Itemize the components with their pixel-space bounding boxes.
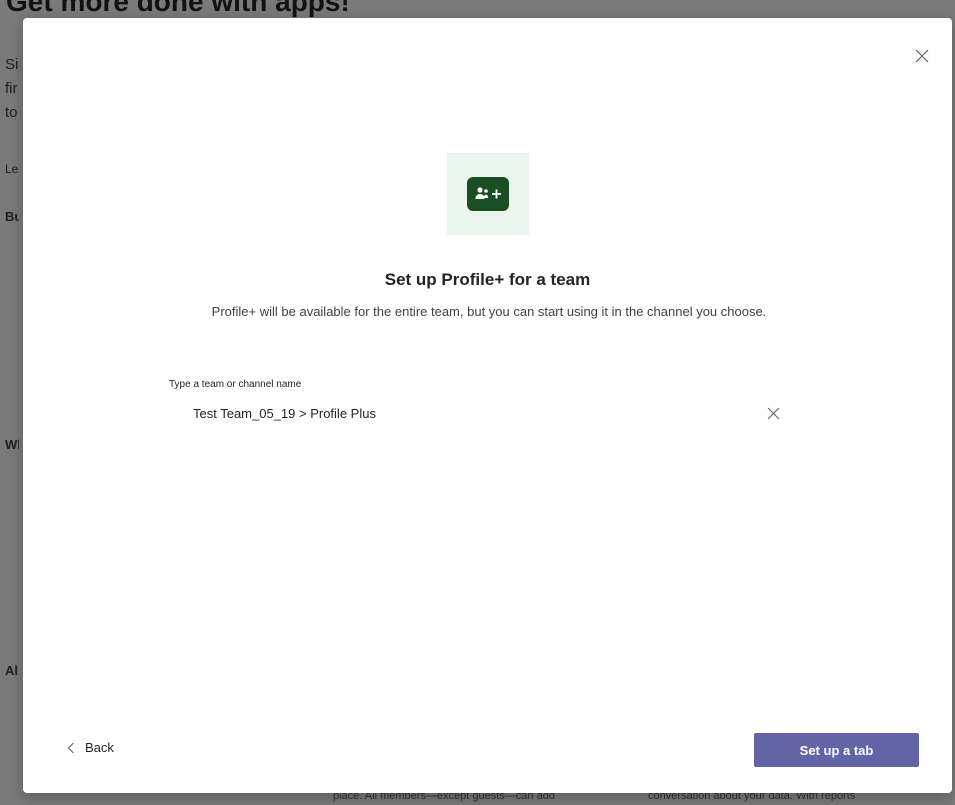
chevron-left-icon: [67, 742, 74, 753]
back-button-label: Back: [85, 740, 114, 755]
clear-field-button[interactable]: [765, 405, 781, 421]
team-channel-input[interactable]: [169, 398, 755, 428]
clear-icon: [767, 407, 779, 419]
set-up-tab-label: Set up a tab: [799, 742, 874, 758]
app-icon-tile: [447, 153, 529, 235]
set-up-tab-button[interactable]: Set up a tab: [754, 733, 919, 767]
close-button[interactable]: [912, 46, 932, 66]
team-channel-field: [169, 398, 789, 428]
setup-dialog: Set up Profile+ for a team Profile+ will…: [23, 18, 952, 793]
back-button[interactable]: Back: [67, 740, 114, 755]
dialog-description: Profile+ will be available for the entir…: [211, 304, 767, 319]
close-icon: [915, 49, 929, 63]
dialog-title: Set up Profile+ for a team: [384, 270, 591, 289]
people-add-icon: [467, 177, 509, 211]
team-channel-field-label: Type a team or channel name: [169, 379, 302, 390]
